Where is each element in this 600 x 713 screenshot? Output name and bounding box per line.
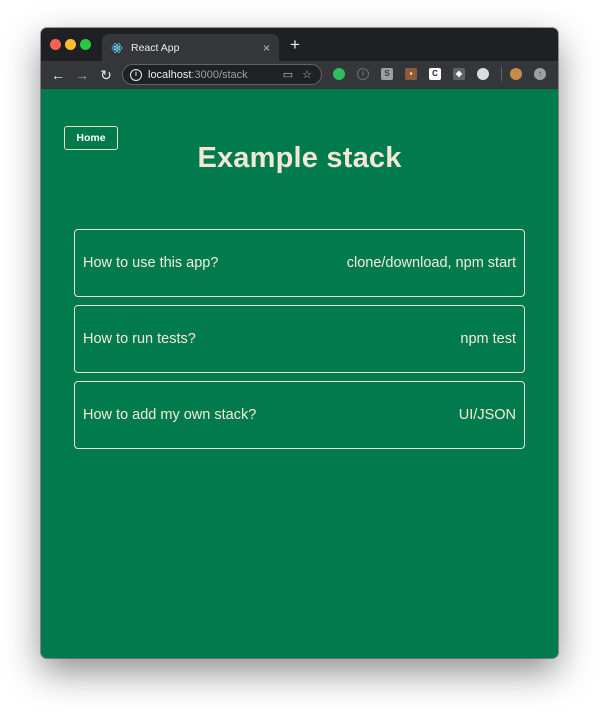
- forward-button[interactable]: →: [70, 67, 94, 83]
- site-info-icon[interactable]: i: [130, 68, 142, 81]
- maximize-window-button[interactable]: [80, 39, 91, 50]
- stack-item[interactable]: How to run tests? npm test: [74, 305, 525, 373]
- stack-item-answer: npm test: [460, 331, 516, 347]
- wallet-icon[interactable]: ▪: [405, 68, 417, 80]
- page-content: Home Example stack How to use this app? …: [41, 89, 558, 658]
- minimize-window-button[interactable]: [65, 39, 76, 50]
- shield-icon[interactable]: ◈: [453, 68, 465, 80]
- extensions-bar: i S ▪ C ◈ ↑: [333, 67, 558, 81]
- close-window-button[interactable]: [50, 39, 61, 50]
- stack-item-answer: clone/download, npm start: [346, 255, 516, 271]
- evernote-icon[interactable]: [333, 68, 345, 80]
- back-button[interactable]: ←: [46, 67, 70, 83]
- tab-title: React App: [131, 41, 180, 54]
- tab-close-icon[interactable]: ×: [263, 41, 270, 55]
- title-bar: React App × +: [41, 28, 558, 61]
- react-icon: [111, 42, 123, 54]
- stack-item-question: How to use this app?: [83, 255, 219, 271]
- circle-icon[interactable]: [477, 68, 489, 80]
- star-icon[interactable]: ☆: [302, 68, 312, 81]
- url-text[interactable]: localhost:3000/stack: [148, 69, 283, 81]
- c-icon[interactable]: C: [429, 68, 441, 80]
- reload-button[interactable]: ↻: [94, 67, 118, 84]
- s-icon[interactable]: S: [381, 68, 393, 80]
- stack-item-answer: UI/JSON: [458, 407, 516, 423]
- stack-item[interactable]: How to use this app? clone/download, npm…: [74, 229, 525, 297]
- browser-tab[interactable]: React App ×: [102, 34, 279, 61]
- info-icon[interactable]: i: [357, 68, 369, 80]
- browser-toolbar: ← → ↻ i localhost:3000/stack ▭ ☆ i S ▪ C…: [41, 61, 558, 89]
- new-tab-button[interactable]: +: [290, 35, 300, 55]
- stack-item-question: How to add my own stack?: [83, 407, 257, 423]
- page-title: Example stack: [197, 142, 402, 174]
- stack-item-question: How to run tests?: [83, 331, 196, 347]
- update-icon[interactable]: ↑: [534, 68, 546, 80]
- browser-window: React App × + ← → ↻ i localhost:3000/sta…: [41, 28, 558, 658]
- toolbar-divider: [501, 67, 502, 81]
- stack-list: How to use this app? clone/download, npm…: [74, 229, 525, 457]
- avatar[interactable]: [510, 68, 522, 80]
- cast-icon[interactable]: ▭: [283, 68, 293, 81]
- stack-item[interactable]: How to add my own stack? UI/JSON: [74, 381, 525, 449]
- address-bar[interactable]: i localhost:3000/stack ▭ ☆: [122, 64, 322, 85]
